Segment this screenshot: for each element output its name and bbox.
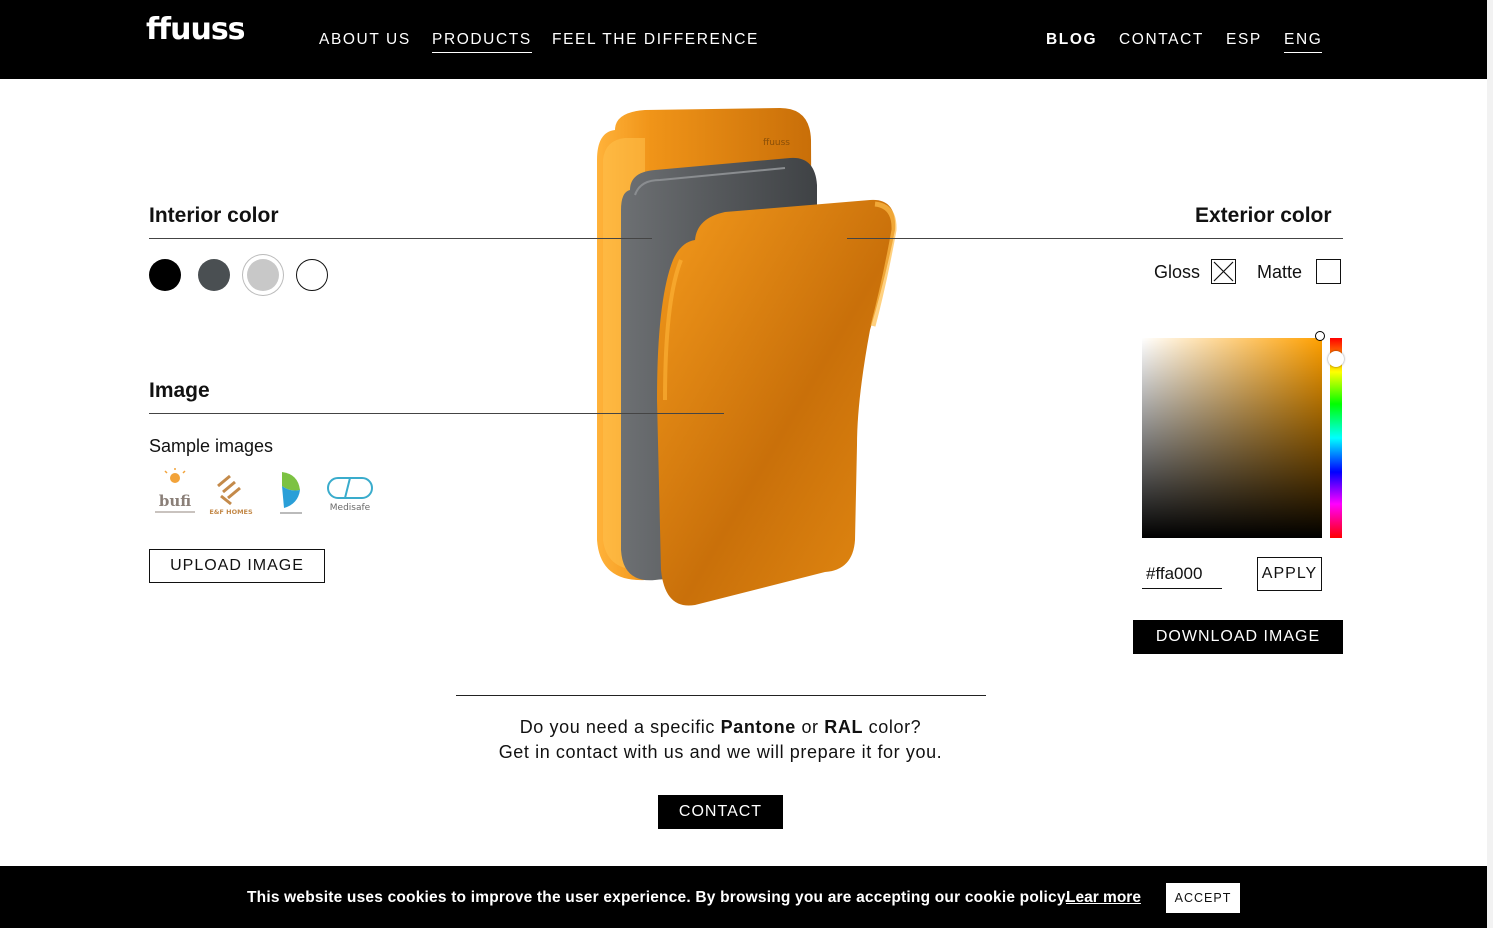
contact-button[interactable]: CONTACT [658, 795, 783, 829]
sample-image-bufi[interactable]: bufi [150, 468, 200, 518]
nav-products[interactable]: PRODUCTS [432, 31, 532, 53]
interior-swatch-light-grey[interactable] [247, 259, 279, 291]
interior-divider [149, 238, 652, 239]
question-text-end: color? [868, 717, 922, 737]
contact-divider [456, 695, 986, 696]
upload-image-button[interactable]: UPLOAD IMAGE [149, 549, 325, 583]
exterior-divider [847, 238, 1343, 239]
hex-color-input[interactable] [1142, 559, 1222, 589]
sample-image-medisafe[interactable]: Medisafe [325, 470, 375, 520]
matte-checkbox[interactable] [1316, 259, 1341, 284]
cookie-message: This website uses cookies to improve the… [247, 889, 1069, 906]
pantone-text: Pantone [720, 717, 796, 737]
sample-images-label: Sample images [149, 436, 274, 456]
color-picker-handle[interactable] [1315, 331, 1325, 341]
hue-slider[interactable] [1330, 338, 1342, 538]
hue-slider-handle[interactable] [1328, 351, 1344, 367]
nav-feel-the-difference[interactable]: FEEL THE DIFFERENCE [552, 31, 759, 52]
interior-swatch-dark-grey[interactable] [198, 259, 230, 291]
or-text: or [801, 717, 819, 737]
question-text-start: Do you need a specific [519, 717, 715, 737]
interior-swatch-white[interactable] [296, 259, 328, 291]
sample-image-ef-homes[interactable]: E&F HOMES [206, 468, 256, 518]
interior-color-title: Interior color [149, 204, 279, 227]
nav-contact[interactable]: CONTACT [1119, 31, 1204, 52]
ral-text: RAL [824, 717, 864, 737]
matte-label: Matte [1257, 262, 1303, 282]
contact-invitation: Get in contact with us and we will prepa… [498, 742, 943, 762]
sample-image-leaf[interactable] [266, 468, 316, 518]
image-title: Image [149, 379, 210, 402]
gloss-label: Gloss [1154, 262, 1201, 282]
checked-x-icon [1213, 261, 1234, 282]
apply-button[interactable]: APPLY [1257, 557, 1322, 591]
hand-dryer-preview: ffuuss [597, 108, 897, 606]
svg-text:E&F HOMES: E&F HOMES [209, 508, 253, 516]
gloss-checkbox[interactable] [1211, 259, 1236, 284]
image-divider [149, 413, 724, 414]
nav-about-us[interactable]: ABOUT US [319, 31, 411, 52]
brand-mark: ffuuss [763, 138, 790, 148]
site-header: ffuuss ABOUT US PRODUCTS FEEL THE DIFFER… [0, 0, 1493, 79]
nav-blog[interactable]: BLOG [1046, 31, 1097, 52]
nav-lang-esp[interactable]: ESP [1226, 31, 1262, 52]
logo[interactable]: ffuuss [146, 12, 246, 47]
svg-text:Medisafe: Medisafe [330, 503, 371, 513]
svg-text:bufi: bufi [159, 492, 191, 510]
page-scrollbar[interactable] [1487, 0, 1493, 928]
download-image-button[interactable]: DOWNLOAD IMAGE [1133, 620, 1343, 654]
cookie-learn-more-link[interactable]: Lear more [1066, 889, 1141, 907]
interior-swatch-black[interactable] [149, 259, 181, 291]
saturation-value-picker[interactable] [1142, 338, 1322, 538]
cookie-accept-button[interactable]: ACCEPT [1166, 883, 1240, 913]
exterior-color-title: Exterior color [1195, 204, 1332, 227]
pantone-ral-question: Do you need a specific Pantone or RAL co… [0, 717, 1441, 738]
nav-lang-eng[interactable]: ENG [1284, 31, 1323, 53]
